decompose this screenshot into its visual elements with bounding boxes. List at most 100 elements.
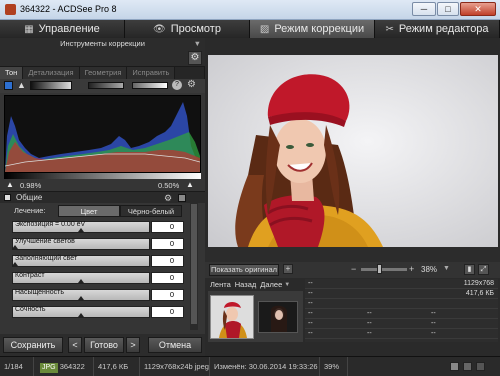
slider-thumb[interactable] <box>78 279 84 283</box>
tools-icon: ✂ <box>385 23 394 35</box>
slider-thumb[interactable] <box>12 245 18 249</box>
minimize-button[interactable]: ─ <box>412 2 436 16</box>
image-viewer[interactable] <box>208 55 498 247</box>
zoom-level[interactable]: 38% <box>421 265 437 274</box>
slider-list: Экспозиция = 0.00 eV 0 Улучшение светов … <box>0 219 205 329</box>
prev-button[interactable]: < <box>68 337 82 353</box>
slider-label: Сочность <box>15 306 46 313</box>
histogram-mode-icon[interactable] <box>4 81 13 90</box>
mode-bw-button[interactable]: Чёрно-белый <box>120 205 182 217</box>
info-mid: -- <box>367 310 372 317</box>
chevron-down-icon: ▼ <box>193 39 201 48</box>
collapse-icon[interactable] <box>4 194 11 201</box>
info-row: -- -- -- <box>305 309 498 319</box>
slider-thumb[interactable] <box>78 296 84 300</box>
gear-icon[interactable]: ⚙ <box>188 51 202 65</box>
shadow-clip-icon[interactable]: ▲ <box>6 180 14 189</box>
tab-develop[interactable]: ▨ Режим коррекции <box>250 20 375 38</box>
subtab-geometry[interactable]: Геометрия <box>79 67 128 79</box>
info-right: -- <box>431 320 436 327</box>
highlight-clip-value: 0.50% <box>158 181 180 190</box>
zoom-slider-thumb[interactable] <box>377 264 382 274</box>
thumbnail-item[interactable] <box>258 301 298 333</box>
fit-screen-icon[interactable]: ⤢ <box>478 264 489 275</box>
action-buttons: Сохранить < Готово > Отмена <box>0 334 205 356</box>
mode-color-button[interactable]: Цвет <box>58 205 120 217</box>
compare-icon[interactable]: + <box>283 264 293 274</box>
zoom-out-icon[interactable]: − <box>351 264 356 274</box>
slider-value-input[interactable]: 0 <box>151 289 184 301</box>
subtab-detail[interactable]: Детализация <box>23 67 80 79</box>
slider-contrast[interactable]: Контраст 0 <box>12 270 186 287</box>
subtab-tone[interactable]: Тон <box>0 67 24 79</box>
file-type-badge: JPG <box>40 363 58 373</box>
next-button[interactable]: > <box>126 337 140 353</box>
highlight-clip-icon[interactable]: ▲ <box>186 180 194 189</box>
tab-view[interactable]: 👁 Просмотр <box>125 20 250 38</box>
subtab-repair[interactable]: Исправить <box>127 67 176 79</box>
tab-back[interactable]: Назад <box>233 279 259 291</box>
panel-title[interactable]: Инструменты коррекции ▼ <box>0 38 205 50</box>
slider-fill-light[interactable]: Заполняющий свет 0 <box>12 253 186 270</box>
slider-value-input[interactable]: 0 <box>151 306 184 318</box>
zoom-slider[interactable] <box>361 268 407 271</box>
slider-saturation[interactable]: Насыщенность 0 <box>12 287 186 304</box>
tab-manage[interactable]: ▦ Управление <box>0 20 125 38</box>
view-mode-icon[interactable] <box>450 362 459 371</box>
zoom-in-icon[interactable]: + <box>409 264 414 274</box>
close-button[interactable]: ✕ <box>460 2 496 16</box>
histogram-toolbar: ▲ ? ⚙ <box>0 79 205 93</box>
panel-scrollbar[interactable] <box>190 196 198 330</box>
tab-label: Режим редактора <box>398 23 489 35</box>
tab-label: Управление <box>38 23 100 35</box>
status-zoom: 39% <box>320 357 348 376</box>
tab-next[interactable]: Далее <box>258 279 284 291</box>
maximize-button[interactable]: □ <box>437 2 459 16</box>
correction-subtabs: Тон Детализация Геометрия Исправить <box>0 66 205 79</box>
slider-vibrance[interactable]: Сочность 0 <box>12 304 186 321</box>
tab-label: Просмотр <box>170 23 221 35</box>
actual-size-icon[interactable]: ▮ <box>464 264 475 275</box>
fullscreen-icon[interactable] <box>463 362 472 371</box>
slider-value-input[interactable]: 0 <box>151 272 184 284</box>
info-left: -- <box>308 330 313 337</box>
info-right: -- <box>431 310 436 317</box>
viewer-divider <box>205 247 500 262</box>
warning-icon[interactable]: ▲ <box>17 80 26 90</box>
save-button[interactable]: Сохранить <box>3 337 63 353</box>
reset-section-icon[interactable] <box>178 194 186 202</box>
show-original-button[interactable]: Показать оригинал <box>209 264 279 276</box>
tab-edit[interactable]: ✂ Режим редактора <box>375 20 500 38</box>
mode-tabs: ▦ Управление 👁 Просмотр ▨ Режим коррекци… <box>0 20 500 38</box>
highlight-gradient-icon[interactable] <box>132 82 168 89</box>
chevron-down-icon[interactable]: ▼ <box>284 279 290 291</box>
general-section-header[interactable]: Общие ⚙ <box>0 191 205 203</box>
correction-panel: Инструменты коррекции ▼ ⚙ Тон Детализаци… <box>0 38 205 356</box>
slider-value-input[interactable]: 0 <box>151 255 184 267</box>
slider-value-input[interactable]: 0 <box>151 238 184 250</box>
subtab-filler <box>175 67 205 79</box>
layout-icon[interactable] <box>476 362 485 371</box>
status-bar: 1/184 JPG 364322 417,6 КБ 1129x768x24b j… <box>0 356 500 376</box>
panel-title-label: Инструменты коррекции <box>60 39 145 48</box>
thumbnail-selected[interactable] <box>210 295 254 339</box>
tone-range-icon[interactable] <box>30 81 72 90</box>
info-left: -- <box>308 300 313 307</box>
slider-thumb[interactable] <box>78 228 84 232</box>
zoom-dropdown-icon[interactable]: ▼ <box>443 265 450 272</box>
slider-exposure[interactable]: Экспозиция = 0.00 eV 0 <box>12 219 186 236</box>
help-icon[interactable]: ? <box>172 80 182 90</box>
done-button[interactable]: Готово <box>84 337 124 353</box>
slider-highlight[interactable]: Улучшение светов 0 <box>12 236 186 253</box>
slider-thumb[interactable] <box>78 313 84 317</box>
slider-label: Насыщенность <box>15 289 65 296</box>
slider-label: Контраст <box>15 272 45 279</box>
scrollbar-thumb[interactable] <box>191 204 197 324</box>
window-title: 364322 - ACDSee Pro 8 <box>20 4 117 14</box>
cancel-button[interactable]: Отмена <box>148 337 202 353</box>
gear-icon[interactable]: ⚙ <box>187 79 196 90</box>
slider-thumb[interactable] <box>12 262 18 266</box>
tab-filmstrip[interactable]: Лента <box>208 279 233 291</box>
slider-value-input[interactable]: 0 <box>151 221 184 233</box>
shadow-gradient-icon[interactable] <box>88 82 124 89</box>
